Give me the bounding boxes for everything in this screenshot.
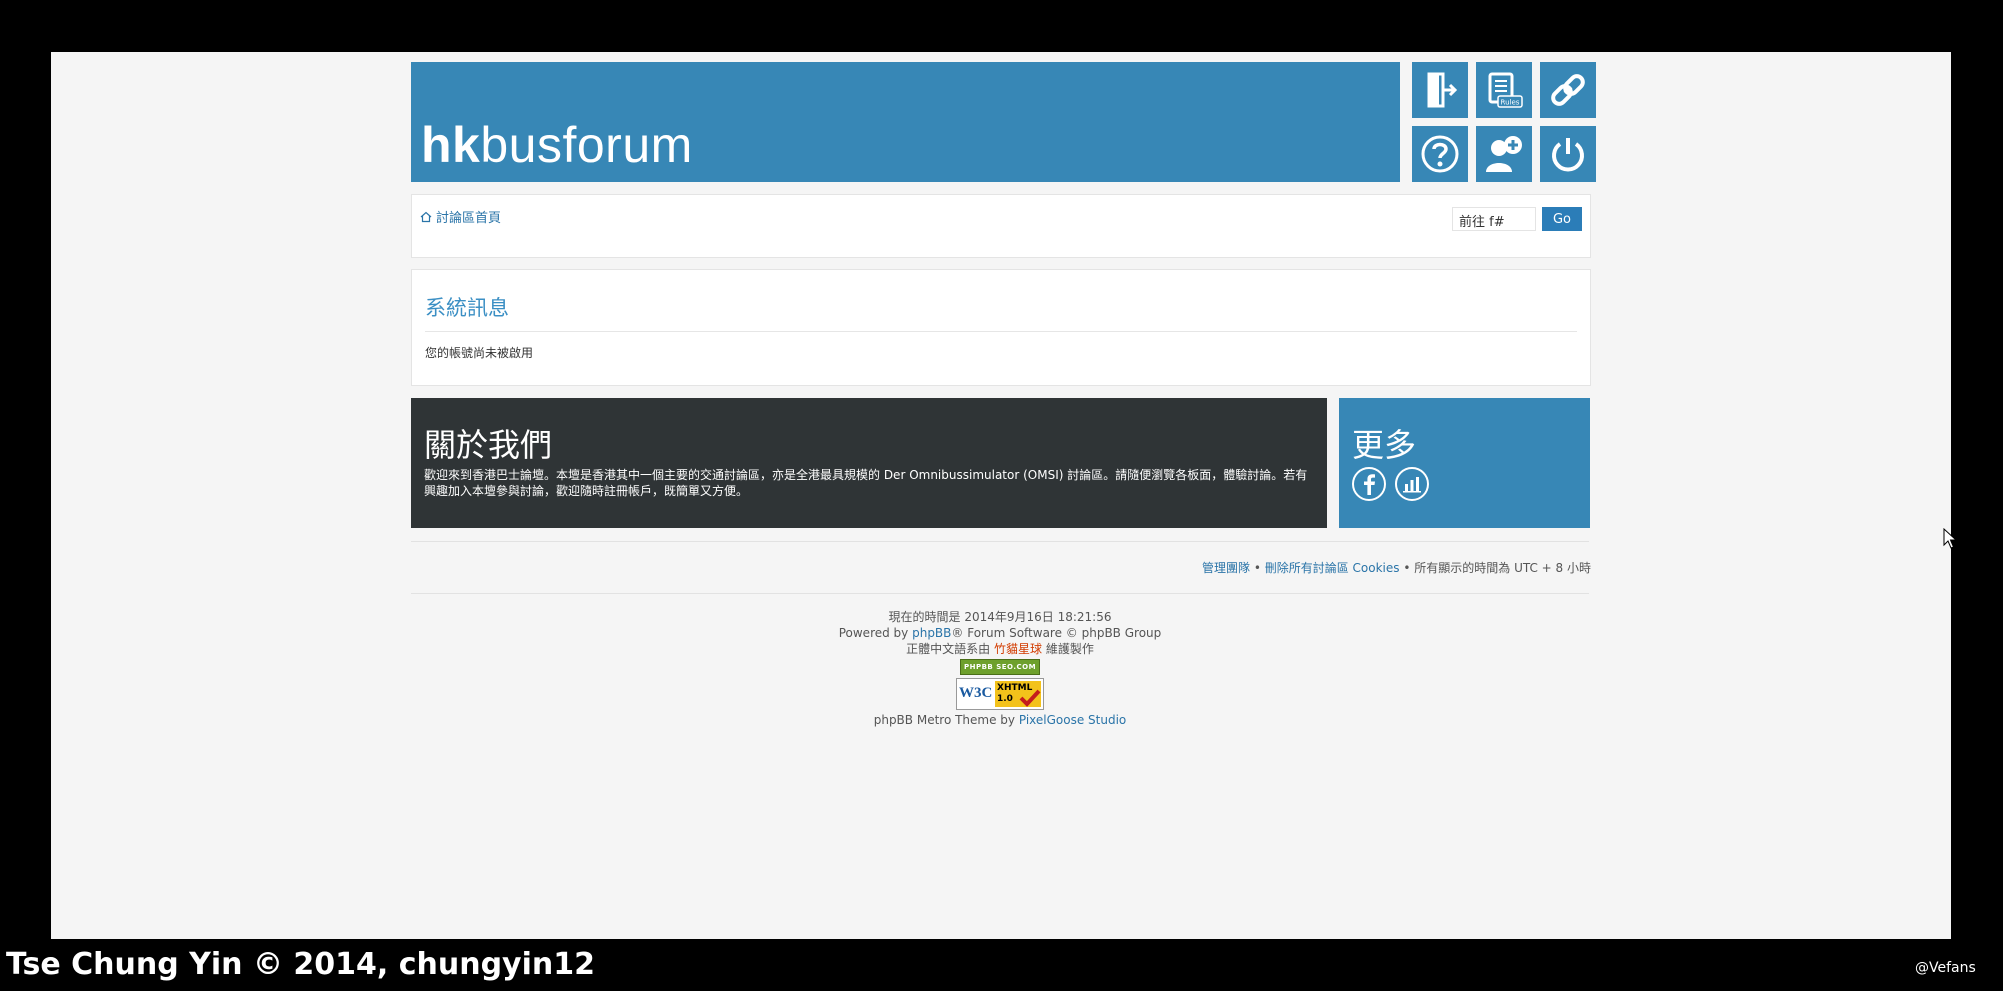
- mouse-cursor-icon: [1943, 528, 1957, 549]
- current-time-text: 現在的時間是 2014年9月16日 18:21:56: [888, 610, 1112, 624]
- about-us-title: 關於我們: [424, 426, 553, 464]
- facebook-button[interactable]: [1352, 467, 1386, 501]
- pixelgoose-link[interactable]: PixelGoose Studio: [1019, 713, 1126, 727]
- logout-tile-button[interactable]: [1412, 62, 1468, 118]
- w3c-xhtml-badge[interactable]: W3C XHTML 1.0: [956, 677, 1044, 710]
- breadcrumb-home[interactable]: 討論區首頁: [420, 207, 501, 226]
- theme-credit-prefix: phpBB Metro Theme by: [873, 712, 1019, 727]
- register-tile-button[interactable]: [1476, 126, 1532, 182]
- panel-divider: [425, 331, 1577, 332]
- footer-separator: •: [1250, 561, 1265, 575]
- door-exit-icon: [1427, 72, 1458, 108]
- page-wrap: hkbusforum Rules 討論區首頁 前往 f# Go 系統訊息 您的帳…: [411, 62, 1596, 727]
- powered-by-line: Powered by phpBB® Forum Software © phpBB…: [411, 625, 1589, 641]
- seo-badge-row: PHPBB SEO.COM: [411, 658, 1589, 675]
- about-us-panel: 關於我們 歡迎來到香港巴士論壇。本壇是香港其中一個主要的交通討論區，亦是全港最具…: [411, 398, 1327, 528]
- watermark-credit: Tse Chung Yin © 2014, chungyin12: [6, 947, 595, 982]
- powered-by-suffix: ® Forum Software © phpBB Group: [951, 626, 1162, 640]
- login-tile-button[interactable]: [1540, 126, 1596, 182]
- home-icon: [420, 211, 432, 222]
- links-tile-button[interactable]: [1540, 62, 1596, 118]
- logo-bold-text: hk: [421, 117, 481, 173]
- system-message-title: 系統訊息: [425, 296, 509, 320]
- navigation-bar: 討論區首頁 前往 f# Go: [411, 194, 1591, 258]
- facebook-icon: [1364, 474, 1375, 495]
- checkmark-icon: [1019, 689, 1041, 707]
- rules-tile-button[interactable]: Rules: [1476, 62, 1532, 118]
- more-panel: 更多: [1339, 398, 1590, 528]
- rules-document-icon: Rules: [1488, 72, 1523, 108]
- browser-viewport: hkbusforum Rules 討論區首頁 前往 f# Go 系統訊息 您的帳…: [51, 52, 1951, 939]
- copyright-block: 現在的時間是 2014年9月16日 18:21:56 Powered by ph…: [411, 609, 1589, 728]
- powered-by-prefix: Powered by: [838, 626, 913, 640]
- go-button[interactable]: Go: [1542, 207, 1582, 231]
- w3c-badge-row: W3C XHTML 1.0: [411, 677, 1589, 710]
- theme-credit-line: phpBB Metro Theme by PixelGoose Studio: [411, 712, 1589, 728]
- system-message-text: 您的帳號尚未被啟用: [425, 346, 534, 360]
- phpbb-link[interactable]: phpBB: [912, 626, 951, 640]
- team-link[interactable]: 管理團隊: [1202, 561, 1250, 575]
- more-title: 更多: [1352, 426, 1417, 464]
- rules-icon-text: Rules: [1501, 99, 1520, 107]
- link-icon: [1551, 74, 1585, 106]
- add-user-icon: [1486, 136, 1522, 172]
- question-icon: [1421, 135, 1459, 173]
- logo-rest-text: busforum: [480, 117, 693, 173]
- site-logo[interactable]: hkbusforum: [421, 116, 693, 174]
- phpbb-seo-badge[interactable]: PHPBB SEO.COM: [960, 658, 1040, 675]
- site-banner[interactable]: hkbusforum: [411, 62, 1400, 182]
- faq-tile-button[interactable]: [1412, 126, 1468, 182]
- site-header: hkbusforum Rules: [411, 62, 1596, 183]
- jump-to-input[interactable]: 前往 f#: [1452, 207, 1536, 231]
- translation-link[interactable]: 竹貓星球: [994, 642, 1042, 656]
- stats-icon: [1403, 477, 1421, 493]
- statistics-button[interactable]: [1395, 467, 1429, 501]
- delete-cookies-link[interactable]: 刪除所有討論區 Cookies: [1265, 561, 1400, 575]
- footer-top-divider: [411, 541, 1589, 542]
- footer-bottom-divider: [411, 593, 1589, 594]
- w3c-logo-text: W3C: [959, 684, 993, 701]
- footer-separator: •: [1399, 561, 1415, 575]
- translation-prefix: 正體中文語系由: [906, 642, 994, 656]
- footer-links: 管理團隊 • 刪除所有討論區 Cookies • 所有顯示的時間為 UTC + …: [1202, 559, 1591, 576]
- power-icon: [1552, 138, 1584, 172]
- translation-line: 正體中文語系由 竹貓星球 維護製作: [411, 641, 1589, 657]
- watermark-tag: @Vefans: [1915, 960, 1976, 976]
- about-us-text: 歡迎來到香港巴士論壇。本壇是香港其中一個主要的交通討論區，亦是全港最具規模的 D…: [424, 468, 1308, 498]
- breadcrumb-home-label: 討論區首頁: [436, 211, 502, 226]
- system-message-panel: 系統訊息 您的帳號尚未被啟用: [411, 269, 1591, 386]
- timezone-text: 所有顯示的時間為 UTC + 8 小時: [1414, 561, 1591, 575]
- translation-suffix: 維護製作: [1042, 642, 1094, 656]
